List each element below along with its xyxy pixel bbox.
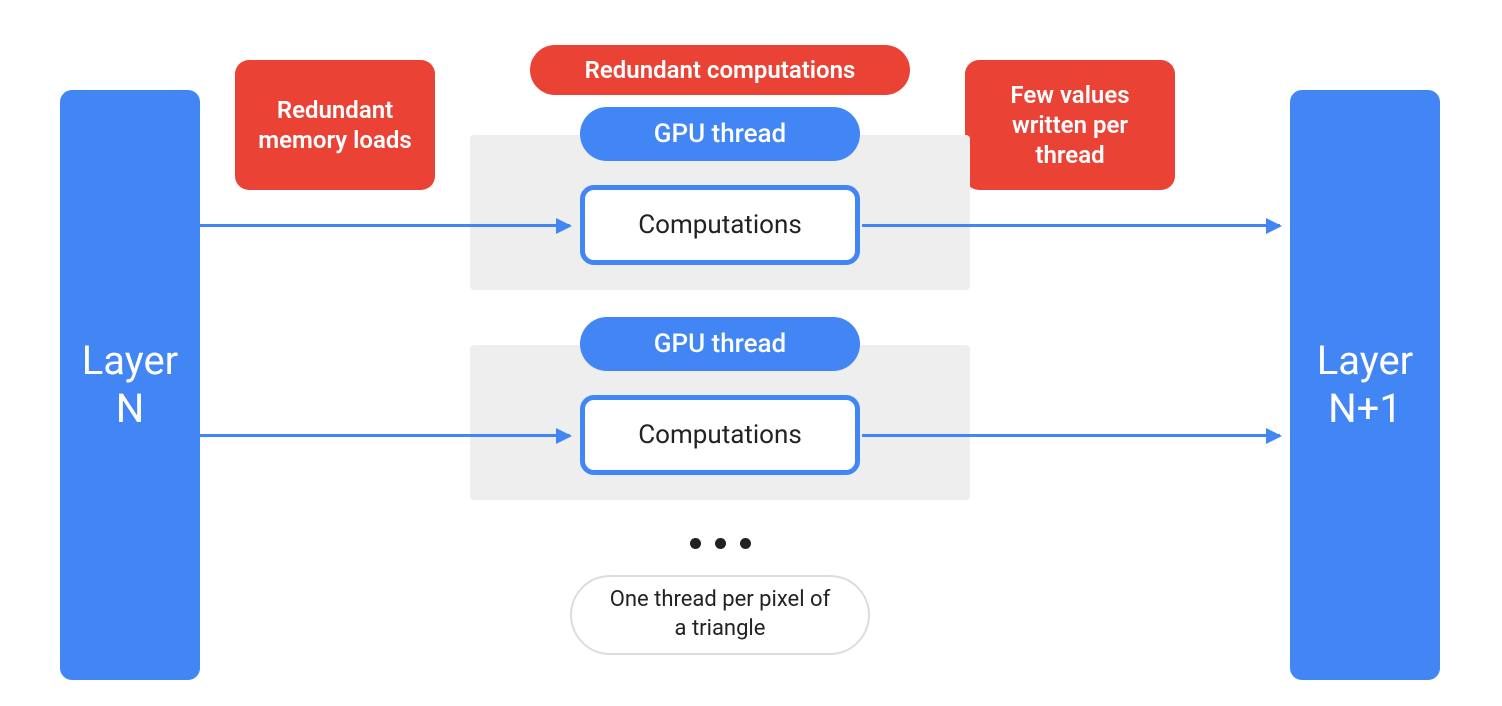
arrow-left-2: [200, 434, 570, 437]
comp-box-2: Computations: [580, 395, 860, 475]
thread-header-2-text: GPU thread: [654, 329, 786, 359]
dot-3: [740, 538, 751, 549]
arrow-right-2: [862, 434, 1280, 437]
comp-box-1: Computations: [580, 185, 860, 265]
callout-redundant-memory: Redundant memory loads: [235, 60, 435, 190]
footer-note-pill: One thread per pixel of a triangle: [570, 575, 870, 655]
callout-redundant-comp-text: Redundant computations: [585, 55, 856, 85]
layer-n-label: Layer N: [82, 337, 178, 433]
layer-n1-box: Layer N+1: [1290, 90, 1440, 680]
callout-few-values-text: Few values written per thread: [985, 80, 1155, 170]
callout-redundant-comp: Redundant computations: [530, 45, 910, 95]
dot-1: [690, 538, 701, 549]
arrow-left-1: [200, 224, 570, 227]
ellipsis-dots: [690, 538, 751, 549]
comp-box-2-text: Computations: [638, 420, 802, 450]
comp-box-1-text: Computations: [638, 210, 802, 240]
layer-n-box: Layer N: [60, 90, 200, 680]
thread-header-2: GPU thread: [580, 317, 860, 371]
dot-2: [715, 538, 726, 549]
arrow-right-1: [862, 224, 1280, 227]
callout-few-values: Few values written per thread: [965, 60, 1175, 190]
footer-note-text: One thread per pixel of a triangle: [602, 586, 838, 643]
thread-header-1: GPU thread: [580, 107, 860, 161]
thread-header-1-text: GPU thread: [654, 119, 786, 149]
callout-redundant-memory-text: Redundant memory loads: [255, 95, 415, 155]
layer-n1-label: Layer N+1: [1317, 337, 1413, 433]
